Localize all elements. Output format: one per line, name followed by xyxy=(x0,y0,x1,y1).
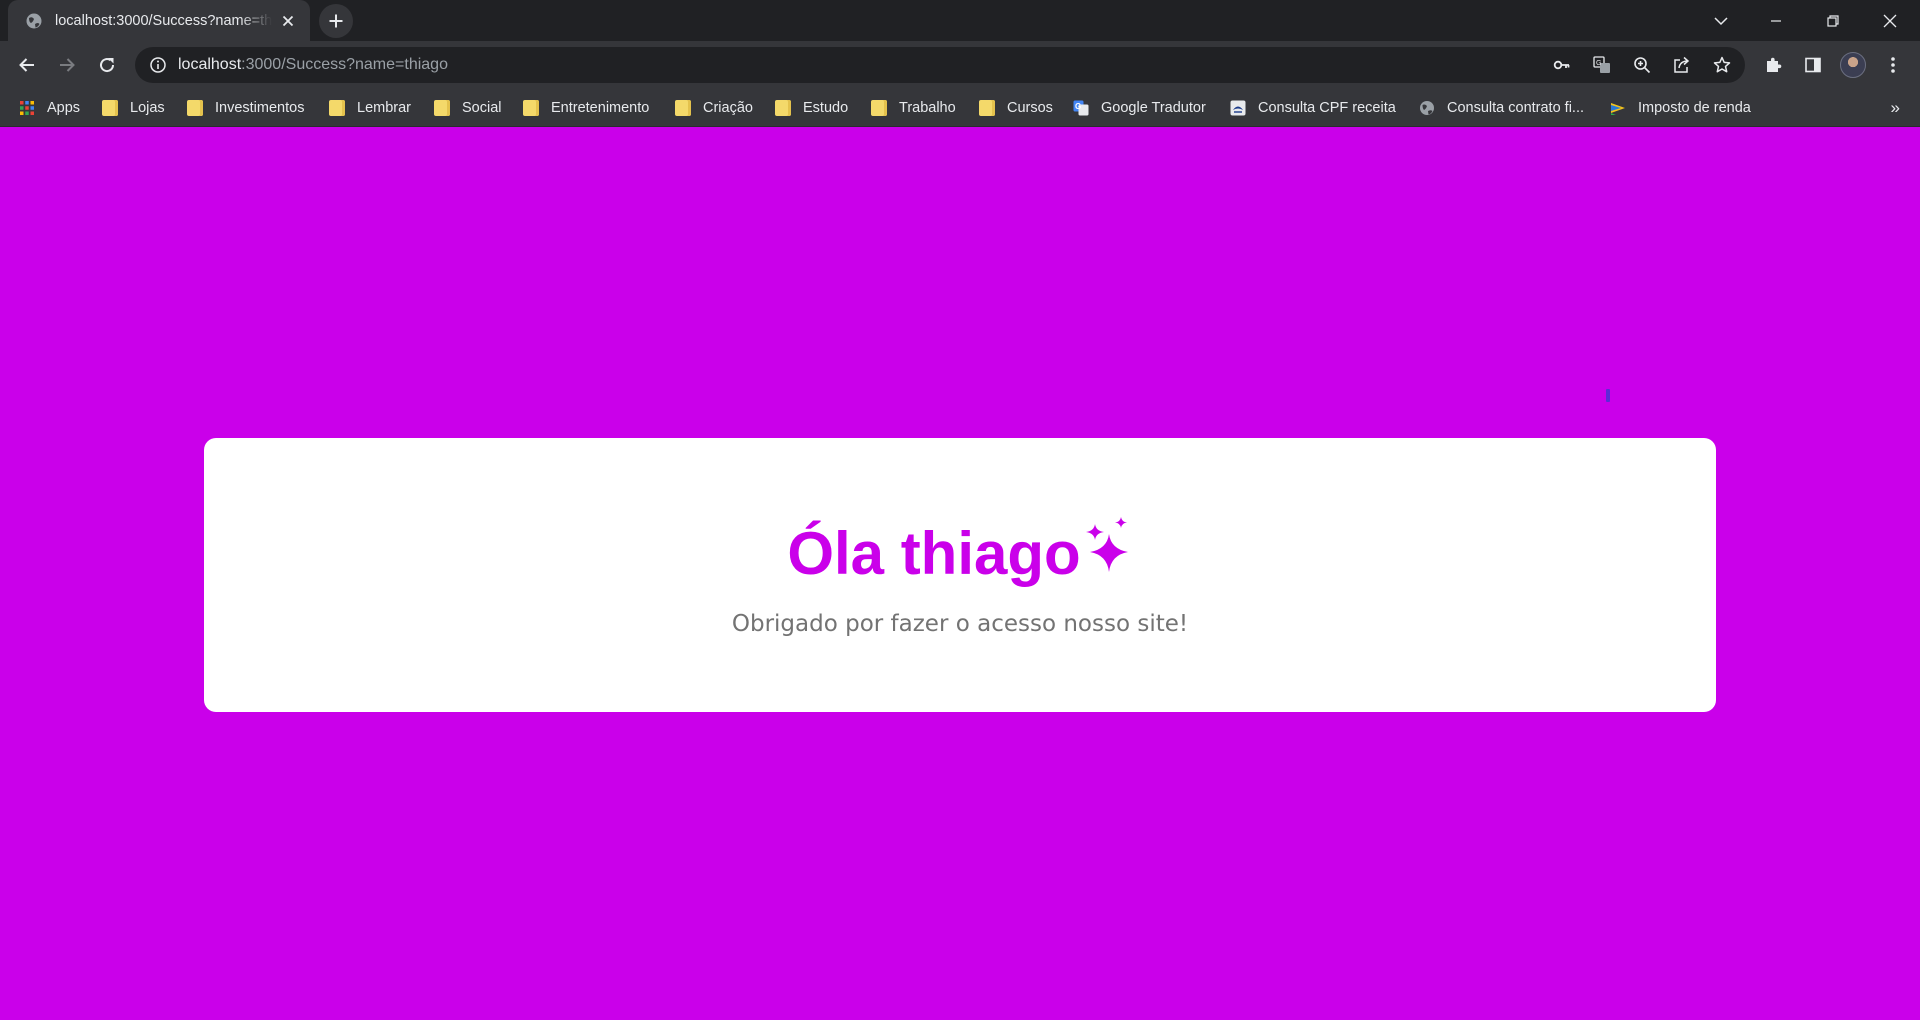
bookmark-consulta-contrato[interactable]: Consulta contrato fi... xyxy=(1419,95,1590,121)
share-icon[interactable] xyxy=(1670,53,1694,77)
bookmark-folder-investimentos[interactable]: Investimentos xyxy=(187,95,310,121)
site-info-icon[interactable] xyxy=(149,56,167,74)
tab-search-button[interactable] xyxy=(1694,0,1748,41)
bookmark-label: Consulta CPF receita xyxy=(1258,100,1396,116)
tab-close-icon[interactable] xyxy=(278,11,298,31)
bookmark-label: Criação xyxy=(703,100,753,116)
menu-button[interactable] xyxy=(1877,49,1909,81)
text-cursor xyxy=(1606,389,1610,402)
tab-strip: localhost:3000/Success?name=thiago xyxy=(0,0,1920,41)
bookmark-folder-entretenimento[interactable]: Entretenimento xyxy=(523,95,655,121)
browser-toolbar: localhost:3000/Success?name=thiago G xyxy=(0,41,1920,89)
address-bar[interactable]: localhost:3000/Success?name=thiago G xyxy=(135,47,1745,83)
profile-button[interactable] xyxy=(1837,49,1869,81)
kebab-menu-icon xyxy=(1891,57,1895,73)
greeting-text: Óla thiago xyxy=(787,520,1081,587)
window-close-button[interactable] xyxy=(1863,0,1917,41)
minimize-button[interactable] xyxy=(1749,0,1803,41)
bookmark-folder-lojas[interactable]: Lojas xyxy=(102,95,171,121)
restore-icon xyxy=(1827,14,1839,27)
bookmark-label: Imposto de renda xyxy=(1638,100,1751,116)
bookmark-label: Estudo xyxy=(803,100,849,116)
bookmark-folder-cursos[interactable]: Cursos xyxy=(979,95,1059,121)
chevron-down-icon xyxy=(1714,16,1728,25)
translate-icon[interactable]: G xyxy=(1590,53,1614,77)
side-panel-icon xyxy=(1805,57,1821,73)
close-icon xyxy=(1883,14,1897,27)
folder-icon xyxy=(329,100,345,116)
bookmark-label: Lojas xyxy=(130,100,165,116)
forward-button[interactable] xyxy=(51,49,83,81)
svg-text:G: G xyxy=(1596,60,1601,67)
success-card: Óla thiago Obrigado por fazer o acesso n… xyxy=(204,438,1716,712)
sparkles-icon xyxy=(1085,517,1128,572)
folder-icon xyxy=(187,100,203,116)
bookmark-label: Consulta contrato fi... xyxy=(1447,100,1585,116)
google-translate-icon: G xyxy=(1073,100,1089,116)
apps-grid-icon xyxy=(20,101,34,115)
folder-icon xyxy=(434,100,450,116)
plus-icon xyxy=(329,14,343,28)
bookmarks-bar: Apps Lojas Investimentos Lembrar Social … xyxy=(0,89,1920,127)
greeting-heading: Óla thiago xyxy=(204,514,1716,594)
address-url[interactable]: localhost:3000/Success?name=thiago xyxy=(178,47,448,83)
bookmark-folder-lembrar[interactable]: Lembrar xyxy=(329,95,417,121)
svg-text:G: G xyxy=(1075,102,1081,111)
bookmarks-overflow-button[interactable]: » xyxy=(1891,95,1900,121)
bookmark-star-icon[interactable] xyxy=(1710,53,1734,77)
bookmark-label: Investimentos xyxy=(215,100,305,116)
url-host: localhost xyxy=(178,56,242,73)
bookmark-folder-estudo[interactable]: Estudo xyxy=(775,95,854,121)
avatar xyxy=(1840,52,1866,78)
back-button[interactable] xyxy=(11,49,43,81)
bookmark-label: Lembrar xyxy=(357,100,411,116)
bookmark-label: Entretenimento xyxy=(551,100,650,116)
bookmark-label: Apps xyxy=(47,100,81,116)
restore-button[interactable] xyxy=(1806,0,1860,41)
gov-flag-icon xyxy=(1611,103,1625,115)
folder-icon xyxy=(523,100,539,116)
new-tab-button[interactable] xyxy=(319,4,353,38)
folder-icon xyxy=(102,100,118,116)
bookmark-folder-criacao[interactable]: Criação xyxy=(675,95,759,121)
bookmark-google-tradutor[interactable]: G Google Tradutor xyxy=(1073,95,1212,121)
bookmark-imposto-de-renda[interactable]: Imposto de renda xyxy=(1610,95,1757,121)
zoom-icon[interactable] xyxy=(1630,53,1654,77)
bookmark-label: Trabalho xyxy=(899,100,956,116)
bookmark-consulta-cpf[interactable]: Consulta CPF receita xyxy=(1230,95,1402,121)
extensions-button[interactable] xyxy=(1757,49,1789,81)
receita-icon xyxy=(1230,100,1246,116)
tab-title: localhost:3000/Success?name=thiago xyxy=(55,12,272,29)
url-path: :3000/Success?name=thiago xyxy=(241,56,448,73)
reload-icon xyxy=(100,58,115,73)
globe-icon xyxy=(26,13,42,28)
arrow-right-icon xyxy=(60,58,75,72)
bookmark-label: Social xyxy=(462,100,502,116)
globe-icon xyxy=(1420,101,1434,115)
side-panel-button[interactable] xyxy=(1797,49,1829,81)
browser-tab[interactable]: localhost:3000/Success?name=thiago xyxy=(8,0,310,41)
folder-icon xyxy=(871,100,887,116)
folder-icon xyxy=(775,100,791,116)
reload-button[interactable] xyxy=(91,49,123,81)
password-key-icon[interactable] xyxy=(1550,53,1574,77)
minimize-icon xyxy=(1771,19,1781,22)
bookmark-folder-social[interactable]: Social xyxy=(434,95,508,121)
arrow-left-icon xyxy=(19,58,34,72)
bookmark-label: Cursos xyxy=(1007,100,1053,116)
puzzle-icon xyxy=(1767,57,1782,72)
thank-you-message: Obrigado por fazer o acesso nosso site! xyxy=(731,611,1189,637)
bookmark-label: Google Tradutor xyxy=(1101,100,1206,116)
folder-icon xyxy=(979,100,995,116)
bookmark-folder-trabalho[interactable]: Trabalho xyxy=(871,95,962,121)
folder-icon xyxy=(675,100,691,116)
bookmark-apps[interactable]: Apps xyxy=(19,95,86,121)
